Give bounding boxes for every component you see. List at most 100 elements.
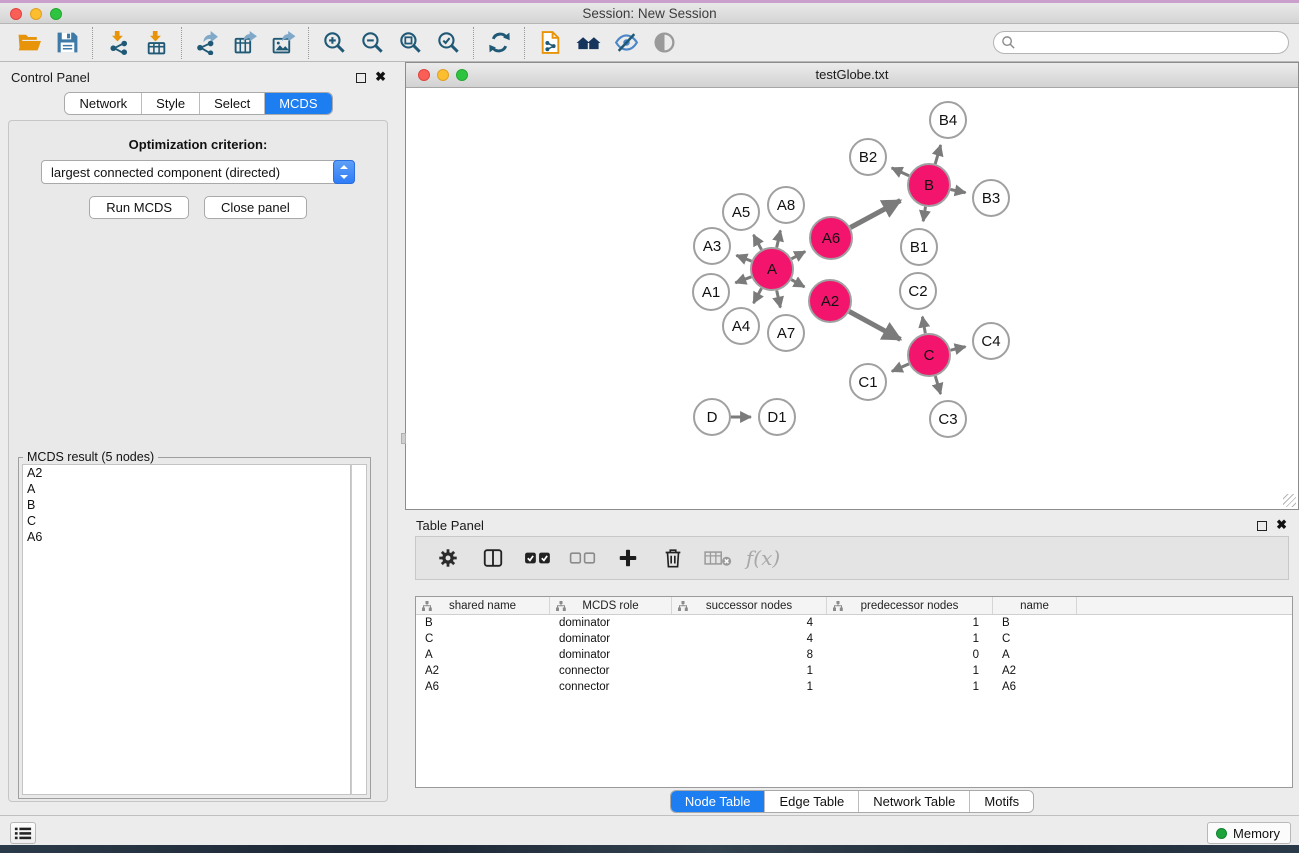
- toolbar-separator: [181, 27, 182, 59]
- import-network-button[interactable]: [99, 27, 137, 59]
- zoom-out-button[interactable]: [353, 27, 391, 59]
- result-list-item[interactable]: A6: [23, 529, 350, 545]
- split-columns-button[interactable]: [479, 544, 507, 572]
- column-type-icon: [556, 601, 566, 611]
- export-table-button[interactable]: [226, 27, 264, 59]
- network-window-titlebar[interactable]: testGlobe.txt: [406, 63, 1298, 88]
- zoom-selected-icon: [436, 30, 461, 55]
- table-row[interactable]: Adominator80A: [416, 647, 1292, 663]
- add-column-button[interactable]: [614, 544, 642, 572]
- plus-icon: [617, 547, 639, 569]
- table-row[interactable]: Cdominator41C: [416, 631, 1292, 647]
- table-row[interactable]: Bdominator41B: [416, 615, 1292, 631]
- header-filler: [1077, 597, 1292, 614]
- search-icon: [1001, 35, 1016, 50]
- graph-edge-B-B2[interactable]: [892, 168, 909, 176]
- mcds-tab-content: Optimization criterion: largest connecte…: [8, 120, 388, 802]
- delete-column-button[interactable]: [659, 544, 687, 572]
- network-view-window: testGlobe.txt B4B2BB3A8A5A6A3B1AA1C2A2A4…: [405, 62, 1299, 510]
- refresh-layout-button[interactable]: [480, 27, 518, 59]
- tab-network-table[interactable]: Network Table: [858, 791, 969, 812]
- show-hidden-button[interactable]: [645, 27, 683, 59]
- result-list-item[interactable]: A2: [23, 465, 350, 481]
- column-header-name[interactable]: name: [993, 597, 1077, 614]
- hide-selected-button[interactable]: [607, 27, 645, 59]
- close-panel-icon[interactable]: ✖: [1276, 517, 1287, 533]
- table-toolbar: f(x): [415, 536, 1289, 580]
- tab-motifs[interactable]: Motifs: [969, 791, 1033, 812]
- open-folder-icon: [17, 30, 42, 55]
- zoom-fit-button[interactable]: [391, 27, 429, 59]
- graph-edge-C-C4[interactable]: [951, 347, 966, 351]
- network-canvas[interactable]: B4B2BB3A8A5A6A3B1AA1C2A2A4A7C4CC1C3DD1: [406, 88, 1298, 509]
- search-input[interactable]: [993, 31, 1289, 54]
- homes-button[interactable]: [569, 27, 607, 59]
- graph-edge-A2-C[interactable]: [849, 312, 900, 340]
- result-list-item[interactable]: B: [23, 497, 350, 513]
- session-title: Session: New Session: [0, 6, 1299, 21]
- export-network-button[interactable]: [188, 27, 226, 59]
- table-cell: A: [993, 649, 1077, 661]
- graph-edge-A-A8[interactable]: [777, 231, 781, 248]
- tab-style[interactable]: Style: [141, 93, 199, 114]
- graph-edge-B-B4[interactable]: [935, 145, 941, 164]
- graph-edge-B-B1[interactable]: [923, 207, 925, 222]
- open-session-button[interactable]: [10, 27, 48, 59]
- task-history-button[interactable]: [10, 822, 36, 844]
- run-mcds-button[interactable]: Run MCDS: [89, 196, 189, 219]
- result-list-item[interactable]: C: [23, 513, 350, 529]
- column-header-successor-nodes[interactable]: successor nodes: [672, 597, 827, 614]
- memory-button[interactable]: Memory: [1207, 822, 1291, 844]
- tab-select[interactable]: Select: [199, 93, 264, 114]
- column-header-MCDS-role[interactable]: MCDS role: [550, 597, 672, 614]
- optimization-criterion-dropdown[interactable]: largest connected component (directed): [41, 160, 355, 184]
- table-panel-tabs: Node Table Edge Table Network Table Moti…: [670, 790, 1034, 813]
- vertical-splitter-handle[interactable]: [401, 433, 406, 444]
- tab-mcds[interactable]: MCDS: [264, 93, 331, 114]
- table-cell: 4: [672, 617, 827, 629]
- deselect-all-columns-button[interactable]: [569, 544, 597, 572]
- graph-node-label-C1: C1: [858, 374, 877, 391]
- zoom-in-button[interactable]: [315, 27, 353, 59]
- close-panel-button[interactable]: Close panel: [204, 196, 307, 219]
- column-header-shared-name[interactable]: shared name: [416, 597, 550, 614]
- tab-node-table[interactable]: Node Table: [671, 791, 765, 812]
- table-panel-title: Table Panel: [416, 518, 484, 533]
- graph-edge-B-B3[interactable]: [951, 190, 966, 193]
- table-cell: 1: [827, 681, 993, 693]
- table-row[interactable]: A6connector11A6: [416, 679, 1292, 695]
- mcds-result-list[interactable]: A2ABCA6: [22, 464, 351, 795]
- graph-edge-A-A7[interactable]: [777, 291, 781, 308]
- toolbar-separator: [308, 27, 309, 59]
- graph-edge-C-C2[interactable]: [922, 317, 925, 334]
- save-session-button[interactable]: [48, 27, 86, 59]
- graph-edge-A6-B[interactable]: [850, 201, 900, 228]
- double-home-icon: [576, 30, 601, 55]
- graph-edge-A-A4[interactable]: [754, 288, 762, 303]
- import-table-button[interactable]: [137, 27, 175, 59]
- graph-edge-A-A1[interactable]: [735, 277, 751, 283]
- graph-edge-A-A3[interactable]: [736, 255, 751, 261]
- table-row[interactable]: A2connector11A2: [416, 663, 1292, 679]
- result-list-scrollbar[interactable]: [351, 464, 367, 795]
- float-panel-icon[interactable]: [1257, 521, 1267, 531]
- graph-node-label-C4: C4: [981, 333, 1000, 350]
- graph-edge-C-C1[interactable]: [892, 364, 909, 372]
- graph-edge-A-A2[interactable]: [791, 280, 804, 287]
- table-settings-button[interactable]: [434, 544, 462, 572]
- tab-edge-table[interactable]: Edge Table: [764, 791, 858, 812]
- graph-edge-A-A5[interactable]: [754, 235, 762, 250]
- zoom-selected-button[interactable]: [429, 27, 467, 59]
- new-network-document-button[interactable]: [531, 27, 569, 59]
- tab-network[interactable]: Network: [65, 93, 141, 114]
- graph-edge-A-A6[interactable]: [792, 252, 806, 259]
- column-header-predecessor-nodes[interactable]: predecessor nodes: [827, 597, 993, 614]
- select-all-columns-button[interactable]: [524, 544, 552, 572]
- result-list-item[interactable]: A: [23, 481, 350, 497]
- window-resize-grip[interactable]: [1283, 494, 1296, 507]
- graph-node-label-A4: A4: [732, 318, 750, 335]
- float-panel-icon[interactable]: [356, 73, 366, 83]
- close-panel-icon[interactable]: ✖: [375, 69, 386, 85]
- graph-edge-C-C3[interactable]: [935, 376, 940, 394]
- export-image-button[interactable]: [264, 27, 302, 59]
